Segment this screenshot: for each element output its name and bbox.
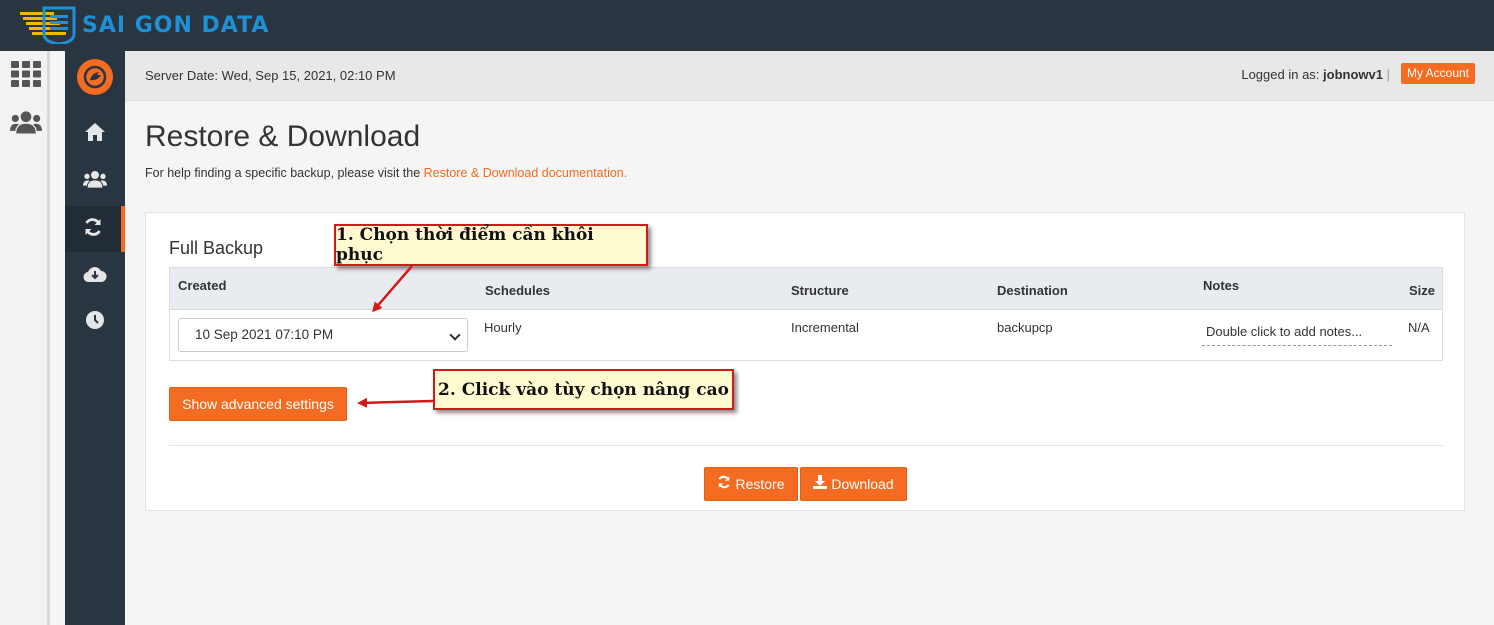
restore-icon <box>83 217 103 242</box>
column-notes[interactable]: Notes <box>1203 278 1239 293</box>
brand[interactable]: SAI GON DATA <box>20 6 270 46</box>
cloud-download-icon <box>83 265 107 288</box>
sidebar-item-download[interactable] <box>65 253 125 299</box>
download-icon <box>813 468 828 500</box>
divider <box>169 445 1443 446</box>
created-date-value: 10 Sep 2021 07:10 PM <box>195 327 334 342</box>
column-schedules[interactable]: Schedules <box>485 283 550 298</box>
help-prefix: For help finding a specific backup, plea… <box>145 166 424 180</box>
help-text: For help finding a specific backup, plea… <box>145 166 627 180</box>
accounts-icon <box>83 170 107 193</box>
documentation-link[interactable]: Restore & Download documentation. <box>424 166 628 180</box>
structure-value: Incremental <box>791 320 859 335</box>
logged-in-info: Logged in as: jobnowv1 | <box>1241 67 1390 82</box>
grid-icon[interactable] <box>10 60 42 88</box>
show-advanced-settings-button[interactable]: Show advanced settings <box>169 387 347 421</box>
panel-title: Full Backup <box>169 238 264 258</box>
size-value: N/A <box>1408 320 1430 335</box>
column-destination[interactable]: Destination <box>997 283 1068 298</box>
column-size[interactable]: Size <box>1409 283 1435 298</box>
download-button[interactable]: Download <box>800 467 907 501</box>
schedules-value: Hourly <box>484 320 522 335</box>
users-icon[interactable] <box>10 108 42 136</box>
restore-button[interactable]: Restore <box>704 467 798 501</box>
restore-label: Restore <box>735 476 785 492</box>
sidebar-item-restore[interactable] <box>65 206 125 252</box>
download-label: Download <box>831 476 894 492</box>
sidebar-item-home[interactable] <box>65 111 125 157</box>
annotation-step-2: 2. Click vào tùy chọn nâng cao <box>433 369 734 410</box>
restore-icon <box>717 468 731 500</box>
header-bar: Server Date: Wed, Sep 15, 2021, 02:10 PM… <box>125 51 1494 101</box>
brand-name: SAI GON DATA <box>82 12 270 38</box>
saigondata-logo-icon <box>20 6 80 46</box>
outer-rail <box>0 51 50 625</box>
username: jobnowv1 <box>1323 67 1383 82</box>
home-icon <box>84 122 106 147</box>
column-created[interactable]: Created <box>178 278 226 293</box>
destination-value: backupcp <box>997 320 1053 335</box>
sidebar-item-accounts[interactable] <box>65 158 125 204</box>
table-header: Created Schedules Structure Destination … <box>170 268 1442 310</box>
notes-field[interactable]: Double click to add notes... <box>1202 324 1392 346</box>
jetbackup-logo-icon[interactable] <box>77 59 113 95</box>
column-structure[interactable]: Structure <box>791 283 849 298</box>
annotation-step-1: 1. Chọn thời điểm cần khôi phục <box>334 224 648 266</box>
sidebar-item-schedules[interactable] <box>65 299 125 345</box>
my-account-button[interactable]: My Account <box>1400 63 1475 84</box>
header-separator: | <box>1386 67 1390 82</box>
logged-label: Logged in as: <box>1241 67 1324 82</box>
created-date-select[interactable]: 10 Sep 2021 07:10 PM <box>178 318 468 352</box>
top-bar: SAI GON DATA <box>0 0 1494 51</box>
backup-table: Created Schedules Structure Destination … <box>169 267 1443 361</box>
chevron-down-icon <box>449 329 461 341</box>
sidebar <box>65 51 125 625</box>
server-date: Server Date: Wed, Sep 15, 2021, 02:10 PM <box>145 68 396 83</box>
page-title: Restore & Download <box>145 120 421 153</box>
clock-icon <box>85 310 105 335</box>
